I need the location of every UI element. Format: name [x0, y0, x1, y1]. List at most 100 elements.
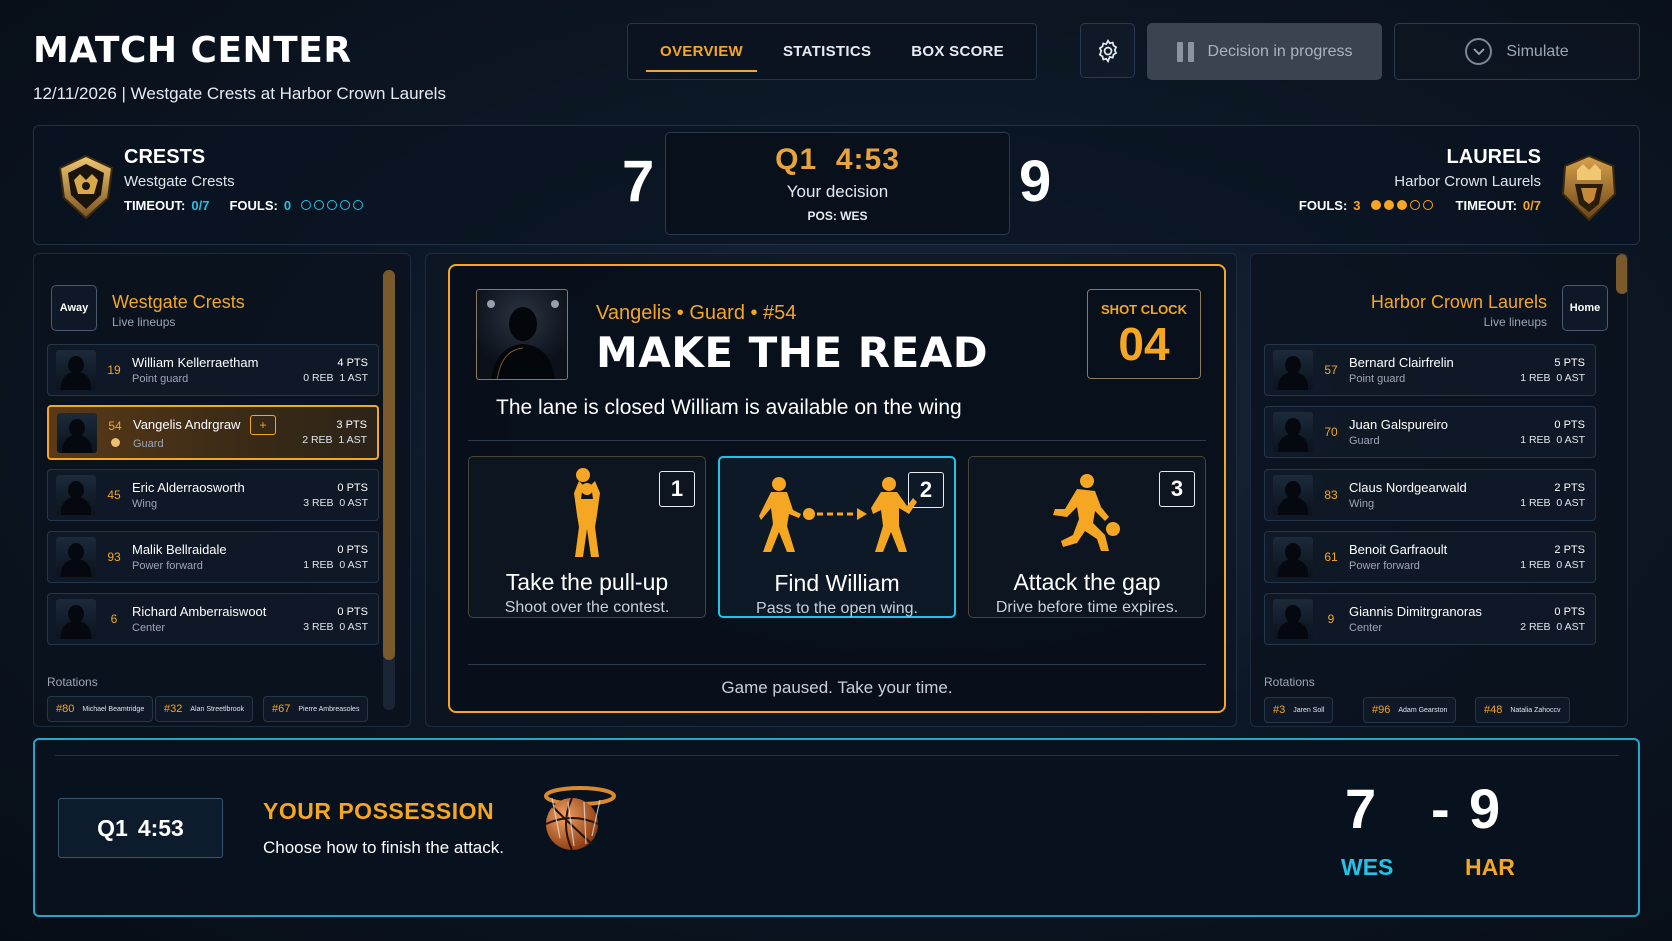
player-number: 61 — [1324, 550, 1338, 564]
option-find-william[interactable]: 2 Find William Pass to the open wing. — [718, 456, 956, 618]
settings-button[interactable] — [1080, 23, 1135, 78]
tab-statistics[interactable]: STATISTICS — [769, 23, 885, 80]
player-avatar — [1273, 599, 1313, 639]
home-fouls-label: FOULS: — [1298, 198, 1348, 213]
rotation-chip[interactable]: #96 Adam Gearston — [1363, 697, 1457, 723]
option-title: Attack the gap — [1013, 569, 1161, 595]
player-row[interactable]: 70 Juan Galspureiro Guard 0 PTS 1 REB 0 AS… — [1264, 406, 1596, 458]
shot-clock-value: 04 — [1118, 318, 1170, 370]
player-points: 0 PTS — [337, 543, 368, 556]
scrollbar-thumb[interactable] — [1616, 254, 1627, 294]
player-row[interactable]: 61 Benoit Garfraoult Power forward 2 PTS 1… — [1264, 531, 1596, 583]
rotation-name: Jaren Soll — [1293, 706, 1325, 714]
laurels-logo — [1557, 154, 1621, 222]
player-rebounds: 3 REB — [303, 496, 334, 509]
add-player-button[interactable]: + — [250, 415, 277, 435]
player-row[interactable]: 93 Malik Bellraidale Power forward 0 PTS 1… — [47, 531, 379, 583]
player-row-selected[interactable]: 54 Vangelis Andrgraw + Guard 3 PTS 2 REB 1… — [47, 405, 379, 460]
home-panel-title: Harbor Crown Laurels — [1370, 292, 1547, 312]
scoreboard: CRESTS Westgate Crests TIMEOUT: 0/7 FOUL… — [33, 125, 1640, 245]
shooter-icon — [469, 467, 705, 559]
player-number: 83 — [1324, 488, 1338, 502]
away-team-info: CRESTS Westgate Crests TIMEOUT: 0/7 FOUL… — [124, 146, 366, 213]
player-points: 3 PTS — [336, 419, 367, 431]
player-name: William Kellerraetham — [132, 355, 259, 370]
home-score: 9 — [1019, 149, 1052, 214]
player-stats: 0 PTS 1 REB 0 AST — [303, 544, 368, 571]
player-assists: 1 AST — [338, 434, 367, 446]
away-timeout-label: TIMEOUT: — [124, 198, 186, 213]
player-stats: 0 PTS 3 REB 0 AST — [303, 482, 368, 509]
decision-title: MAKE THE READ — [596, 328, 989, 377]
player-position: Wing — [132, 498, 158, 510]
player-row[interactable]: 6 Richard Amberraiswoot Center 0 PTS 3 REB… — [47, 593, 379, 645]
rotation-name: Natalia Zahoccv — [1510, 706, 1561, 714]
player-avatar — [57, 412, 97, 453]
footer-period: Q1 — [97, 814, 128, 841]
rotation-chip[interactable]: #48 Natalia Zahoccv — [1475, 697, 1570, 723]
drive-icon — [969, 467, 1205, 559]
player-avatar — [56, 350, 96, 390]
gear-icon — [1098, 38, 1117, 63]
rotation-number: #48 — [1484, 704, 1503, 716]
player-assists: 0 AST — [339, 620, 368, 633]
possession-footer: Q1 4:53 YOUR POSSESSION Choose how to fi… — [33, 738, 1640, 917]
player-number: 93 — [107, 550, 121, 564]
player-avatar — [1273, 475, 1313, 515]
player-avatar — [1273, 350, 1313, 390]
home-team-name: Harbor Crown Laurels — [1394, 173, 1541, 190]
rotation-number: #96 — [1372, 704, 1391, 716]
player-position: Power forward — [132, 560, 203, 572]
player-stats: 3 PTS 2 REB 1 AST — [302, 419, 367, 446]
player-rebounds: 0 REB — [303, 371, 334, 384]
decision-in-progress-button[interactable]: Decision in progress — [1147, 23, 1382, 80]
player-points: 5 PTS — [1554, 356, 1585, 369]
player-number: 19 — [107, 363, 121, 377]
player-row[interactable]: 45 Eric Alderraosworth Wing 0 PTS 3 REB 0 … — [47, 469, 379, 521]
player-stats: 0 PTS 1 REB 0 AST — [1520, 419, 1585, 446]
home-badge: Home — [1562, 285, 1608, 331]
shot-clock-label: SHOT CLOCK — [1101, 302, 1187, 317]
option-pull-up[interactable]: 1 Take the pull-up Shoot over the contes… — [468, 456, 706, 618]
away-team-name: Westgate Crests — [124, 173, 235, 190]
player-rebounds: 2 REB — [302, 434, 333, 446]
tab-box-score[interactable]: BOX SCORE — [897, 23, 1018, 80]
active-dot-icon — [110, 437, 120, 447]
view-tabs: OVERVIEW STATISTICS BOX SCORE — [627, 23, 1037, 80]
clock-time: 4:53 — [835, 143, 900, 176]
player-row[interactable]: 83 Claus Nordgearwald Wing 2 PTS 1 REB 0 A… — [1264, 469, 1596, 521]
home-foul-dots — [1370, 198, 1436, 213]
rotation-chip[interactable]: #32 Alan Streetlbrook — [155, 696, 254, 722]
tab-overview[interactable]: OVERVIEW — [646, 23, 757, 80]
home-fouls-value: 3 — [1353, 198, 1361, 213]
player-position: Power forward — [1349, 560, 1420, 572]
rotation-chip[interactable]: #3 Jaren Soll — [1264, 697, 1334, 723]
simulate-button[interactable]: Simulate — [1394, 23, 1640, 80]
possession-indicator: POS: WES — [807, 209, 868, 223]
clock-period-time: Q1 4:53 — [666, 143, 1009, 177]
player-portrait — [476, 289, 568, 380]
player-assists: 0 AST — [1556, 433, 1585, 446]
player-row[interactable]: 57 Bernard Clairfrelin Point guard 5 PTS 1… — [1264, 344, 1596, 396]
home-lineup-panel: Home Harbor Crown Laurels Live lineups 5… — [1250, 253, 1628, 727]
player-row[interactable]: 9 Giannis Dimitrgranoras Center 0 PTS 2 RE… — [1264, 593, 1596, 645]
player-row[interactable]: 19 William Kellerraetham Point guard 4 PT… — [47, 344, 379, 396]
game-clock: Q1 4:53 Your decision POS: WES — [665, 132, 1010, 235]
home-panel-subtitle: Live lineups — [1483, 315, 1547, 329]
rotation-name: Pierre Ambreasoles — [298, 705, 360, 713]
footer-clock: Q1 4:53 — [58, 798, 223, 858]
player-points: 2 PTS — [1554, 481, 1585, 494]
rotation-chip[interactable]: #67 Pierre Ambreasoles — [263, 696, 369, 722]
player-position: Wing — [1349, 498, 1375, 510]
option-attack-gap[interactable]: 3 Attack the gap Drive before time expir… — [968, 456, 1206, 618]
foul-dot — [1396, 200, 1407, 210]
option-description: Pass to the open wing. — [756, 600, 918, 617]
decision-label: Decision in progress — [1207, 42, 1353, 60]
player-position: Point guard — [1349, 373, 1406, 385]
scrollbar-thumb[interactable] — [383, 270, 395, 660]
rotation-chip[interactable]: #80 Michael Beamtridge — [47, 696, 154, 722]
home-team-info: LAURELS Harbor Crown Laurels FOULS: 3 TI… — [1299, 146, 1541, 213]
player-avatar — [1273, 537, 1313, 577]
player-avatar — [1273, 412, 1313, 452]
player-number-block: 54 — [97, 419, 133, 447]
